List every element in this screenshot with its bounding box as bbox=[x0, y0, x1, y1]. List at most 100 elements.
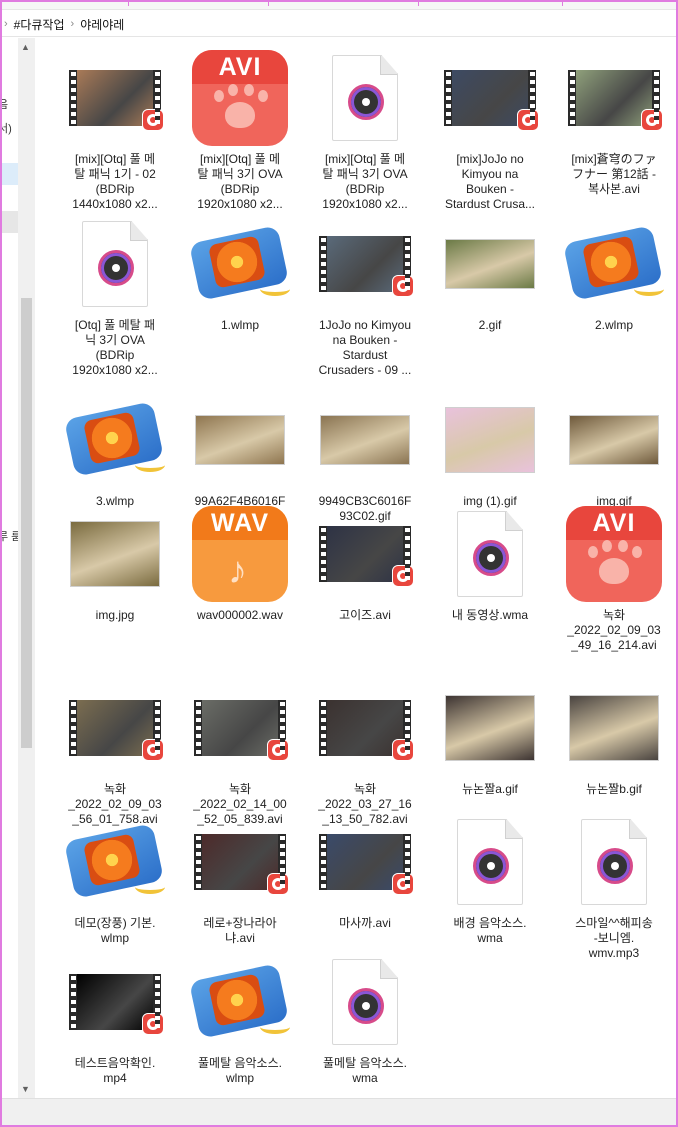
gom-player-badge-icon bbox=[392, 873, 414, 895]
file-item[interactable]: [mix]蒼穹のファ フナー 第12話 - 복사본.avi bbox=[551, 48, 677, 197]
file-thumbnail bbox=[302, 678, 428, 778]
file-name-label: 마사까.avi bbox=[339, 916, 391, 930]
chevron-right-icon[interactable]: › bbox=[71, 18, 75, 30]
chevron-right-icon[interactable]: › bbox=[4, 18, 8, 30]
file-thumbnail bbox=[427, 504, 553, 604]
file-item[interactable]: 뉴논짤b.gif bbox=[551, 678, 677, 797]
file-name-label: 데모(장풍) 기본. wlmp bbox=[74, 916, 156, 945]
media-document-icon bbox=[457, 511, 523, 597]
file-item[interactable]: img.jpg bbox=[52, 504, 178, 623]
file-name-label: 뉴논짤b.gif bbox=[586, 782, 642, 796]
file-thumbnail bbox=[177, 952, 303, 1052]
file-name-label: [Otq] 풀 메탈 패 닉 3기 OVA (BDRip 1920x1080 x… bbox=[72, 318, 158, 377]
file-item[interactable]: 마사까.avi bbox=[302, 812, 428, 931]
file-name-label: img.jpg bbox=[95, 608, 135, 622]
gom-player-badge-icon bbox=[517, 109, 539, 131]
file-thumbnail bbox=[427, 214, 553, 314]
scroll-down-icon[interactable]: ▼ bbox=[21, 1084, 30, 1094]
file-name-label: 녹화 _2022_02_09_03 _49_16_214.avi bbox=[567, 608, 661, 652]
movie-maker-project-icon bbox=[63, 401, 165, 478]
file-thumbnail bbox=[52, 952, 178, 1052]
video-film-icon bbox=[194, 700, 289, 761]
gom-player-badge-icon bbox=[392, 275, 414, 297]
file-item[interactable]: AVI 녹화 _2022_02_09_03 _49_16_214.avi bbox=[551, 504, 677, 653]
file-item[interactable]: 2.gif bbox=[427, 214, 553, 333]
file-item[interactable]: 풀메탈 음악소스. wma bbox=[302, 952, 428, 1086]
title-strip bbox=[0, 0, 678, 10]
avi-file-icon: AVI bbox=[192, 50, 288, 146]
avi-file-icon: AVI bbox=[566, 506, 662, 602]
image-thumbnail bbox=[569, 415, 659, 465]
file-item[interactable]: 테스트음악확인. mp4 bbox=[52, 952, 178, 1086]
file-item[interactable]: 내 동영상.wma bbox=[427, 504, 553, 623]
file-item[interactable]: 데모(장풍) 기본. wlmp bbox=[52, 812, 178, 946]
video-film-icon bbox=[69, 70, 164, 131]
video-film-icon bbox=[194, 834, 289, 895]
file-item[interactable]: [mix][Otq] 풀 메 탈 패닉 1기 - 02 (BDRip 1440x… bbox=[52, 48, 178, 212]
file-name-label: 고이즈.avi bbox=[339, 608, 391, 622]
video-film-icon bbox=[319, 236, 414, 297]
media-document-icon bbox=[332, 959, 398, 1045]
image-thumbnail bbox=[195, 415, 285, 465]
status-bar bbox=[0, 1098, 678, 1127]
nav-scrollbar[interactable]: ▲ ▼ bbox=[18, 38, 35, 1098]
file-thumbnail bbox=[302, 812, 428, 912]
file-item[interactable]: WAV ♪ wav000002.wav bbox=[177, 504, 303, 623]
scroll-thumb[interactable] bbox=[21, 298, 32, 748]
file-thumbnail bbox=[52, 390, 178, 490]
file-item[interactable]: 배경 음악소스. wma bbox=[427, 812, 553, 946]
file-item[interactable]: 스마일^^해피송 -보니엠. wmv.mp3 bbox=[551, 812, 677, 961]
file-item[interactable]: img.gif bbox=[551, 390, 677, 509]
media-document-icon bbox=[581, 819, 647, 905]
breadcrumb-segment[interactable]: #다큐작업 bbox=[14, 16, 65, 33]
file-item[interactable]: [Otq] 풀 메탈 패 닉 3기 OVA (BDRip 1920x1080 x… bbox=[52, 214, 178, 378]
file-name-label: 2.wlmp bbox=[594, 318, 633, 332]
movie-maker-project-icon bbox=[562, 225, 664, 302]
nav-item-hover[interactable] bbox=[0, 211, 18, 233]
file-thumbnail bbox=[52, 214, 178, 314]
file-thumbnail: AVI bbox=[551, 504, 677, 604]
file-item[interactable]: AVI [mix][Otq] 풀 메 탈 패닉 3기 OVA (BDRip 192… bbox=[177, 48, 303, 212]
file-item[interactable]: 1JoJo no Kimyou na Bouken - Stardust Cru… bbox=[302, 214, 428, 378]
breadcrumb-segment[interactable]: 야레야레 bbox=[80, 16, 124, 33]
file-item[interactable]: 2.wlmp bbox=[551, 214, 677, 333]
file-item[interactable]: 고이즈.avi bbox=[302, 504, 428, 623]
file-thumbnail bbox=[551, 48, 677, 148]
file-thumbnail bbox=[427, 812, 553, 912]
file-name-label: 풀메탈 음악소스. wma bbox=[323, 1056, 407, 1085]
file-item[interactable]: 녹화 _2022_03_27_16 _13_50_782.avi bbox=[302, 678, 428, 827]
file-item[interactable]: 녹화 _2022_02_09_03 _56_01_758.avi bbox=[52, 678, 178, 827]
file-name-label: 1.wlmp bbox=[220, 318, 259, 332]
nav-item-selected[interactable] bbox=[0, 163, 18, 185]
video-film-icon bbox=[319, 700, 414, 761]
file-item[interactable]: 녹화 _2022_02_14_00 _52_05_839.avi bbox=[177, 678, 303, 827]
file-name-label: 레로+장나라아 냐.avi bbox=[203, 916, 277, 945]
file-name-label: 배경 음악소스. wma bbox=[453, 916, 527, 945]
file-item[interactable]: 뉴논짤a.gif bbox=[427, 678, 553, 797]
video-film-icon bbox=[319, 834, 414, 895]
gom-player-badge-icon bbox=[142, 739, 164, 761]
breadcrumb: › #다큐작업 › 야레야레 bbox=[4, 15, 124, 33]
file-thumbnail bbox=[427, 48, 553, 148]
file-item[interactable]: [mix][Otq] 풀 메 탈 패닉 3기 OVA (BDRip 1920x1… bbox=[302, 48, 428, 212]
address-bar[interactable]: › #다큐작업 › 야레야레 bbox=[0, 10, 678, 37]
file-name-label: 2.gif bbox=[478, 318, 502, 332]
file-item[interactable]: img (1).gif bbox=[427, 390, 553, 509]
file-name-label: 뉴논짤a.gif bbox=[462, 782, 518, 796]
file-grid[interactable]: [mix][Otq] 풀 메 탈 패닉 1기 - 02 (BDRip 1440x… bbox=[36, 38, 674, 1098]
image-thumbnail bbox=[569, 695, 659, 761]
nav-item-fragment[interactable]: 서) bbox=[0, 120, 12, 136]
wav-file-icon: WAV ♪ bbox=[192, 506, 288, 602]
file-name-label: [mix][Otq] 풀 메 탈 패닉 3기 OVA (BDRip 1920x1… bbox=[197, 152, 283, 211]
file-thumbnail bbox=[177, 214, 303, 314]
image-thumbnail bbox=[445, 695, 535, 761]
file-item[interactable]: 1.wlmp bbox=[177, 214, 303, 333]
file-item[interactable]: [mix]JoJo no Kimyou na Bouken - Stardust… bbox=[427, 48, 553, 212]
scroll-up-icon[interactable]: ▲ bbox=[21, 42, 30, 52]
file-item[interactable]: 레로+장나라아 냐.avi bbox=[177, 812, 303, 946]
gom-player-badge-icon bbox=[267, 739, 289, 761]
file-item[interactable]: 풀메탈 음악소스. wlmp bbox=[177, 952, 303, 1086]
file-item[interactable]: 3.wlmp bbox=[52, 390, 178, 509]
file-name-label: [mix][Otq] 풀 메 탈 패닉 3기 OVA (BDRip 1920x1… bbox=[322, 152, 408, 211]
nav-item-fragment[interactable]: 음 bbox=[0, 96, 8, 112]
